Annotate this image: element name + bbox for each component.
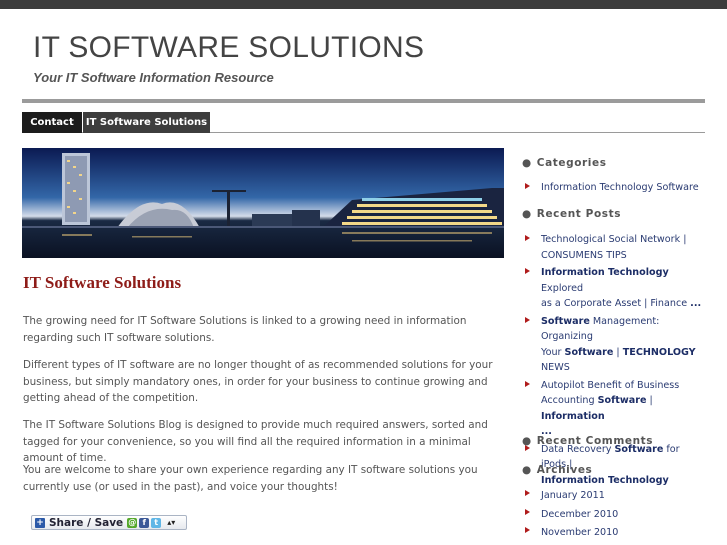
recent-post-text: Explored <box>541 282 584 294</box>
bullet-icon: ● <box>522 208 532 220</box>
city-skyline-image <box>22 148 504 258</box>
facebook-icon[interactable]: f <box>139 517 150 528</box>
recent-comments-heading: ● Recent Comments <box>522 435 653 447</box>
post-paragraph: Different types of IT software are no lo… <box>23 359 493 404</box>
recent-posts-heading: ● Recent Posts <box>522 208 621 220</box>
nav-item-it-software-solutions[interactable]: IT Software Solutions <box>83 112 210 133</box>
recent-comments-heading-label: Recent Comments <box>536 435 654 447</box>
archive-link[interactable]: November 2010 <box>522 524 707 543</box>
categories-heading: ● Categories <box>522 157 607 169</box>
bullet-icon: ● <box>522 435 532 447</box>
main-nav: Contact IT Software Solutions <box>22 112 705 133</box>
header-image <box>22 148 504 258</box>
recent-post-text: Technological Social Network | <box>541 234 687 245</box>
bullet-icon: ● <box>522 464 532 476</box>
nav-item-contact[interactable]: Contact <box>22 112 82 133</box>
category-link[interactable]: Information Technology Software <box>522 180 707 196</box>
recent-post-text: Software <box>541 315 590 327</box>
post-paragraph: You are welcome to share your own experi… <box>23 464 478 493</box>
header-divider <box>22 99 705 103</box>
site-tagline: Your IT Software Information Resource <box>33 70 274 85</box>
top-bar <box>0 0 727 9</box>
recent-post-link[interactable]: Technological Social Network | CONSUMENS … <box>522 232 707 263</box>
post-paragraph: The growing need for IT Software Solutio… <box>23 315 467 344</box>
recent-post-text: | <box>613 346 623 358</box>
recent-post-line: CONSUMENS TIPS <box>541 248 707 264</box>
archives-heading-label: Archives <box>536 464 593 476</box>
archive-link[interactable]: December 2010 <box>522 506 707 525</box>
post-paragraph: The IT Software Solutions Blog is design… <box>23 419 488 464</box>
site-title[interactable]: IT SOFTWARE SOLUTIONS <box>33 31 424 65</box>
recent-post-link[interactable]: Autopilot Benefit of Business Accounting … <box>522 378 707 440</box>
recent-post-text: Software <box>564 346 614 358</box>
recent-post-text: Information Technology <box>541 267 669 278</box>
recent-post-line: Information Technology Explored <box>541 265 707 296</box>
recent-post-link[interactable]: Software Management: Organizing Your Soft… <box>522 314 707 376</box>
recent-post-text: TECHNOLOGY <box>622 346 696 358</box>
twitter-icon[interactable]: t <box>151 517 162 528</box>
recent-post-text: Accounting <box>541 395 598 406</box>
archives-heading: ● Archives <box>522 464 592 476</box>
recent-post-line: Accounting Software | Information <box>541 393 707 424</box>
recent-posts-heading-label: Recent Posts <box>536 208 622 220</box>
recent-post-text: Information <box>541 410 605 422</box>
recent-posts-list: Technological Social Network | CONSUMENS … <box>522 232 707 490</box>
recent-post-line: Software Management: Organizing <box>541 314 707 345</box>
recent-post-line: as a Corporate Asset | Finance ... <box>541 296 707 312</box>
share-dropdown-arrows-icon[interactable]: ▴▾ <box>167 518 175 527</box>
recent-post-text: NEWS <box>541 362 570 373</box>
bullet-icon: ● <box>522 157 532 169</box>
share-label: Share / Save <box>49 516 124 529</box>
share-save-button[interactable]: + Share / Save @ f t ▴▾ <box>31 515 187 530</box>
recent-post-text: Autopilot Benefit of Business <box>541 379 680 391</box>
recent-post-line: NEWS <box>541 360 707 376</box>
recent-post-text: Software <box>597 395 647 406</box>
email-share-icon[interactable]: @ <box>127 517 138 528</box>
recent-post-line: Technological Social Network | <box>541 232 707 248</box>
recent-post-text: as a Corporate Asset | Finance <box>541 298 691 309</box>
recent-post-line: Autopilot Benefit of Business <box>541 378 707 394</box>
archive-link[interactable]: January 2011 <box>522 487 707 506</box>
archives-list: January 2011 December 2010 November 2010 <box>522 487 707 543</box>
categories-list: Information Technology Software <box>522 180 707 196</box>
recent-post-text: Information Technology <box>541 474 669 486</box>
recent-post-link[interactable]: Information Technology Explored as a Corp… <box>522 265 707 312</box>
recent-post-text: | <box>646 395 653 406</box>
categories-heading-label: Categories <box>536 157 607 169</box>
recent-post-text: Your <box>541 346 565 358</box>
recent-post-text: CONSUMENS TIPS <box>541 249 627 261</box>
post-title[interactable]: IT Software Solutions <box>23 273 181 293</box>
share-plus-icon: + <box>35 517 45 528</box>
recent-post-line: Your Software | TECHNOLOGY <box>541 345 707 361</box>
recent-post-text: ... <box>690 298 702 309</box>
